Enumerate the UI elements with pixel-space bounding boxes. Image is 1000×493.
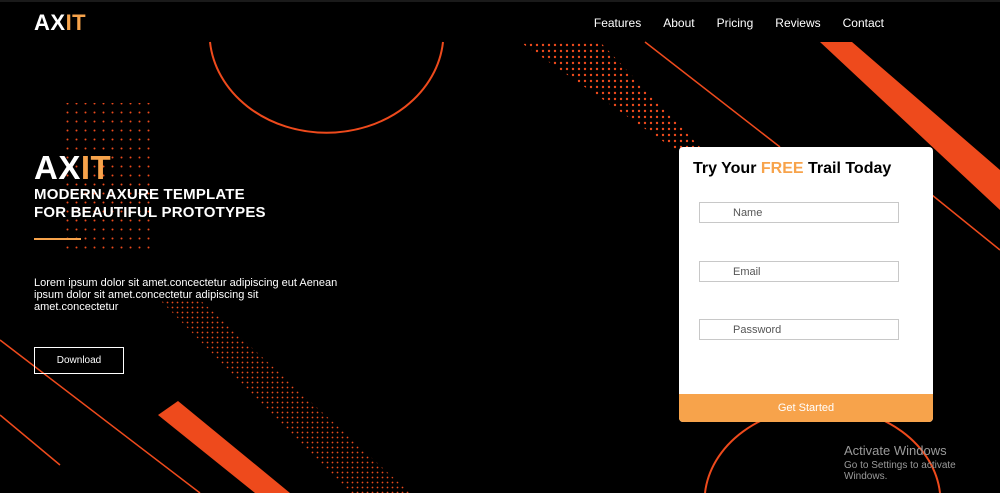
form-title-post: Trail Today: [803, 160, 892, 177]
watermark-title: Activate Windows: [844, 443, 947, 458]
nav-link-features[interactable]: Features: [594, 16, 641, 30]
tagline-line-2: FOR BEAUTIFUL PROTOTYPES: [34, 204, 266, 221]
get-started-button[interactable]: Get Started: [679, 394, 933, 422]
header-logo[interactable]: AXIT: [34, 10, 86, 36]
top-nav: Features About Pricing Reviews Contact: [594, 16, 884, 30]
logo-text-it: IT: [65, 10, 87, 35]
watermark-subtitle: Go to Settings to activate Windows.: [844, 460, 956, 482]
form-title-pre: Try Your: [693, 160, 761, 177]
password-input[interactable]: [699, 319, 899, 340]
signup-form-card: Try Your FREE Trail Today Get Started: [679, 147, 933, 422]
nav-link-reviews[interactable]: Reviews: [775, 16, 820, 30]
activate-windows-watermark: Activate Windows Go to Settings to activ…: [844, 443, 1000, 482]
accent-divider: [34, 238, 81, 240]
hero-logo: AXIT: [34, 149, 111, 187]
nav-link-about[interactable]: About: [663, 16, 694, 30]
nav-link-contact[interactable]: Contact: [843, 16, 884, 30]
logo-text-ax: AX: [34, 10, 66, 35]
name-input[interactable]: [699, 202, 899, 223]
hero-logo-ax: AX: [34, 149, 81, 186]
hero-description: Lorem ipsum dolor sit amet.concectetur a…: [34, 277, 338, 313]
download-button[interactable]: Download: [34, 347, 124, 374]
form-title: Try Your FREE Trail Today: [693, 160, 891, 178]
hero-tagline: MODERN AXURE TEMPLATE FOR BEAUTIFUL PROT…: [34, 186, 266, 222]
form-title-free: FREE: [760, 160, 804, 177]
nav-link-pricing[interactable]: Pricing: [717, 16, 754, 30]
email-input[interactable]: [699, 261, 899, 282]
tagline-line-1: MODERN AXURE TEMPLATE: [34, 186, 245, 203]
hero-logo-it: IT: [80, 149, 112, 186]
